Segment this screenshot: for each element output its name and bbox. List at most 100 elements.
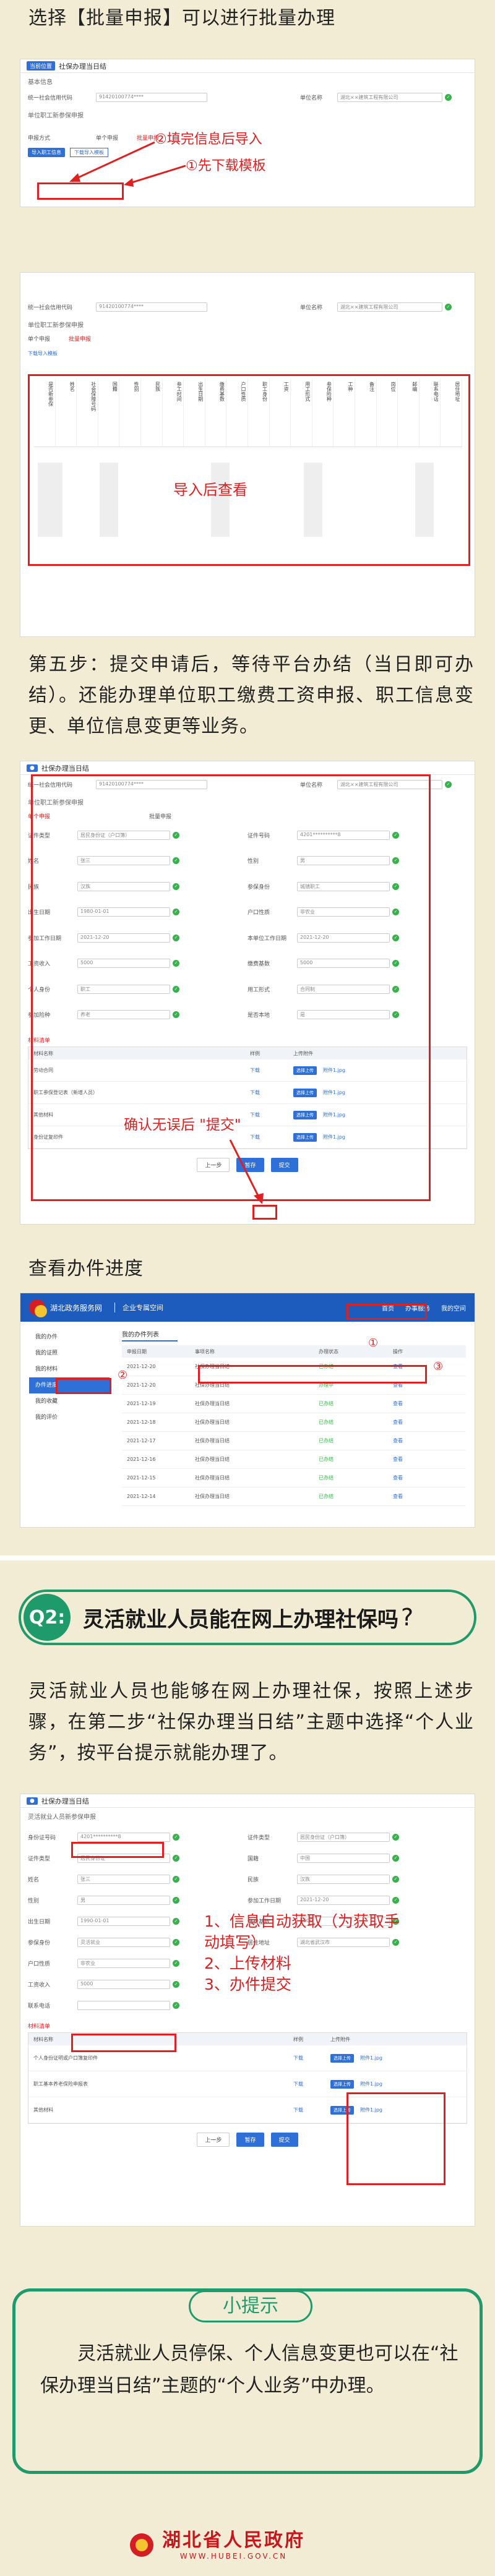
form-field-value[interactable]: 汉族 — [297, 1874, 390, 1884]
row-date: 2021-12-17 — [127, 1438, 156, 1444]
progress-row: 2021-12-19 社保办理当日结 已办结 查看 — [122, 1395, 466, 1413]
material-name: 其他材料 — [33, 2107, 53, 2113]
sidebar-item[interactable]: 我的收藏 — [29, 1393, 110, 1410]
sample-link[interactable]: 下载 — [293, 2107, 330, 2113]
row-status: 已办结 — [319, 1494, 334, 1499]
row-view-link[interactable]: 查看 — [393, 1437, 403, 1444]
sample-link[interactable]: 下载 — [293, 2081, 330, 2087]
check-icon: ✓ — [173, 1917, 179, 1925]
portal-site-name: 湖北政务服务网 — [50, 1303, 103, 1312]
form-field-value[interactable]: 2021-12-20 — [297, 1895, 390, 1905]
row-date: 2021-12-15 — [127, 1475, 156, 1481]
check-icon: ✓ — [445, 781, 452, 788]
credit-code-field[interactable]: 91420100774**** — [96, 92, 207, 102]
row-name: 社保办理当日结 — [195, 1419, 230, 1425]
q2-answer-text: 灵活就业人员也能够在网上办理社保，按照上述步骤，在第二步“社保办理当日结”主题中… — [28, 1680, 474, 1764]
save-button[interactable]: 暂存 — [236, 2133, 264, 2147]
progress-row: 2021-12-18 社保办理当日结 已办结 查看 — [122, 1413, 466, 1432]
form-field-label: 参加工作日期 — [248, 1898, 282, 1904]
row-name: 社保办理当日结 — [195, 1457, 230, 1462]
form-field-label: 国籍 — [248, 1855, 259, 1862]
footer-name: 湖北省人民政府 — [162, 2530, 305, 2551]
form-field-value[interactable]: 男 — [77, 1895, 170, 1905]
row-date: 2021-12-16 — [127, 1457, 156, 1462]
check-icon: ✓ — [173, 2001, 179, 2009]
section-heading-progress: 查看办件进度 — [28, 1258, 144, 1280]
material-name: 职工基本养老保险申报表 — [33, 2081, 88, 2087]
col-sample: 样例 — [293, 2036, 303, 2042]
q2-badge-label: Q2: — [28, 1606, 66, 1628]
upload-button[interactable]: 选择上传 — [330, 2053, 354, 2063]
form-field-value[interactable] — [77, 2000, 170, 2010]
row-date: 2021-12-14 — [127, 1494, 156, 1499]
download-template-link[interactable]: 下载导入模板 — [28, 350, 58, 357]
company-name-field[interactable]: 湖北××建筑工程有限公司 — [337, 302, 442, 312]
form-field-value[interactable]: 中国 — [297, 1853, 390, 1863]
form-field-value[interactable]: 张三 — [77, 1874, 170, 1884]
sidebar-item[interactable]: 我的证照 — [29, 1345, 110, 1361]
form-field: 证件类型 居民身份证（户口簿） ✓ — [248, 1826, 467, 1847]
check-icon: ✓ — [173, 1833, 179, 1841]
q2-question: 灵活就业人员能在网上办理社保吗 — [83, 1607, 398, 1632]
form-field-value[interactable]: 灵活就业 — [77, 1937, 170, 1947]
window-titlebar: ● 社保办理当日结 — [20, 1794, 475, 1808]
check-icon: ✓ — [392, 1854, 399, 1862]
check-icon: ✓ — [445, 93, 452, 101]
file-name: 附件1.jpg — [360, 2081, 383, 2087]
form-field-label: 民族 — [248, 1876, 259, 1883]
form-field-label: 出生日期 — [28, 1919, 51, 1925]
row-view-link[interactable]: 查看 — [393, 1474, 403, 1481]
section-divider — [0, 1555, 495, 1560]
form-field-label: 联系电话 — [28, 2003, 51, 2009]
mode-single-radio[interactable]: 单个申报 — [28, 335, 50, 343]
window-tag: ● — [27, 764, 38, 772]
check-icon: ✓ — [173, 1854, 179, 1862]
row-status: 已办结 — [319, 1475, 334, 1481]
import-button[interactable]: 导入职工信息 — [28, 147, 65, 157]
upload-button[interactable]: 选择上传 — [330, 2079, 354, 2089]
material-title: 材料清单 — [28, 2024, 51, 2030]
section-staff: 单位职工新参保申报 — [28, 113, 84, 119]
field-company-label: 单位名称 — [300, 95, 323, 101]
mode-batch-radio[interactable]: 批量申报 — [69, 335, 91, 343]
highlight-phone-field — [71, 2034, 176, 2052]
check-icon: ✓ — [173, 1875, 179, 1883]
callout-download: ①先下载模板 — [186, 158, 266, 174]
q2-banner: Q2: 灵活就业人员能在网上办理社保吗 ? — [19, 1590, 476, 1645]
callout-personal: 1、信息自动获取（为获取手 动填写） 2、上传材料 3、办件提交 — [204, 1911, 400, 1995]
form-field: 民族 汉族 ✓ — [248, 1868, 467, 1889]
row-view-link[interactable]: 查看 — [393, 1456, 403, 1463]
progress-row: 2021-12-15 社保办理当日结 已办结 查看 — [122, 1469, 466, 1487]
col-upload: 上传附件 — [330, 2036, 350, 2042]
sidebar-item[interactable]: 我的材料 — [29, 1361, 110, 1377]
check-icon: ✓ — [392, 1896, 399, 1904]
company-name-field[interactable]: 湖北××建筑工程有限公司 — [337, 92, 442, 102]
material-name: 个人身份证明或户口簿复印件 — [33, 2055, 98, 2061]
callout-import: 导入后查看 — [173, 481, 248, 499]
window-tag: 当前位置 — [27, 61, 56, 71]
highlight-row — [198, 1365, 427, 1384]
form-field-label: 户口性质 — [28, 1961, 51, 1967]
footer: 湖北省人民政府 WWW.HUBEI.GOV.CN — [130, 2523, 365, 2567]
prev-button[interactable]: 上一步 — [197, 2133, 230, 2147]
form-field-value[interactable]: 5000 — [77, 1979, 170, 1989]
window-title: 社保办理当日结 — [41, 764, 89, 772]
row-view-link[interactable]: 查看 — [393, 1493, 403, 1500]
sidebar-item[interactable]: 我的办件 — [29, 1329, 110, 1345]
row-view-link[interactable]: 查看 — [393, 1419, 403, 1426]
submit-button[interactable]: 提交 — [270, 2133, 298, 2147]
form-field-value[interactable]: 非农业 — [77, 1958, 170, 1968]
form-field-value[interactable]: 居民身份证（户口簿） — [297, 1832, 390, 1842]
credit-code-field[interactable]: 91420100774**** — [96, 302, 207, 312]
sidebar-item[interactable]: 我的评价 — [29, 1410, 110, 1426]
section-staff: 单位职工新参保申报 — [28, 322, 84, 329]
sample-link[interactable]: 下载 — [293, 2055, 330, 2061]
row-view-link[interactable]: 查看 — [393, 1400, 403, 1407]
row-name: 社保办理当日结 — [195, 1438, 230, 1444]
form-field-value[interactable]: 1990-01-01 — [77, 1916, 170, 1926]
nav-item[interactable]: 我的空间 — [441, 1303, 466, 1312]
callout-line: 1、信息自动获取（为获取手 — [204, 1912, 400, 1930]
section-basic: 基本信息 — [28, 79, 53, 86]
form-field-value[interactable]: 4201**********8 — [77, 1832, 170, 1842]
row-name: 社保办理当日结 — [195, 1401, 230, 1406]
